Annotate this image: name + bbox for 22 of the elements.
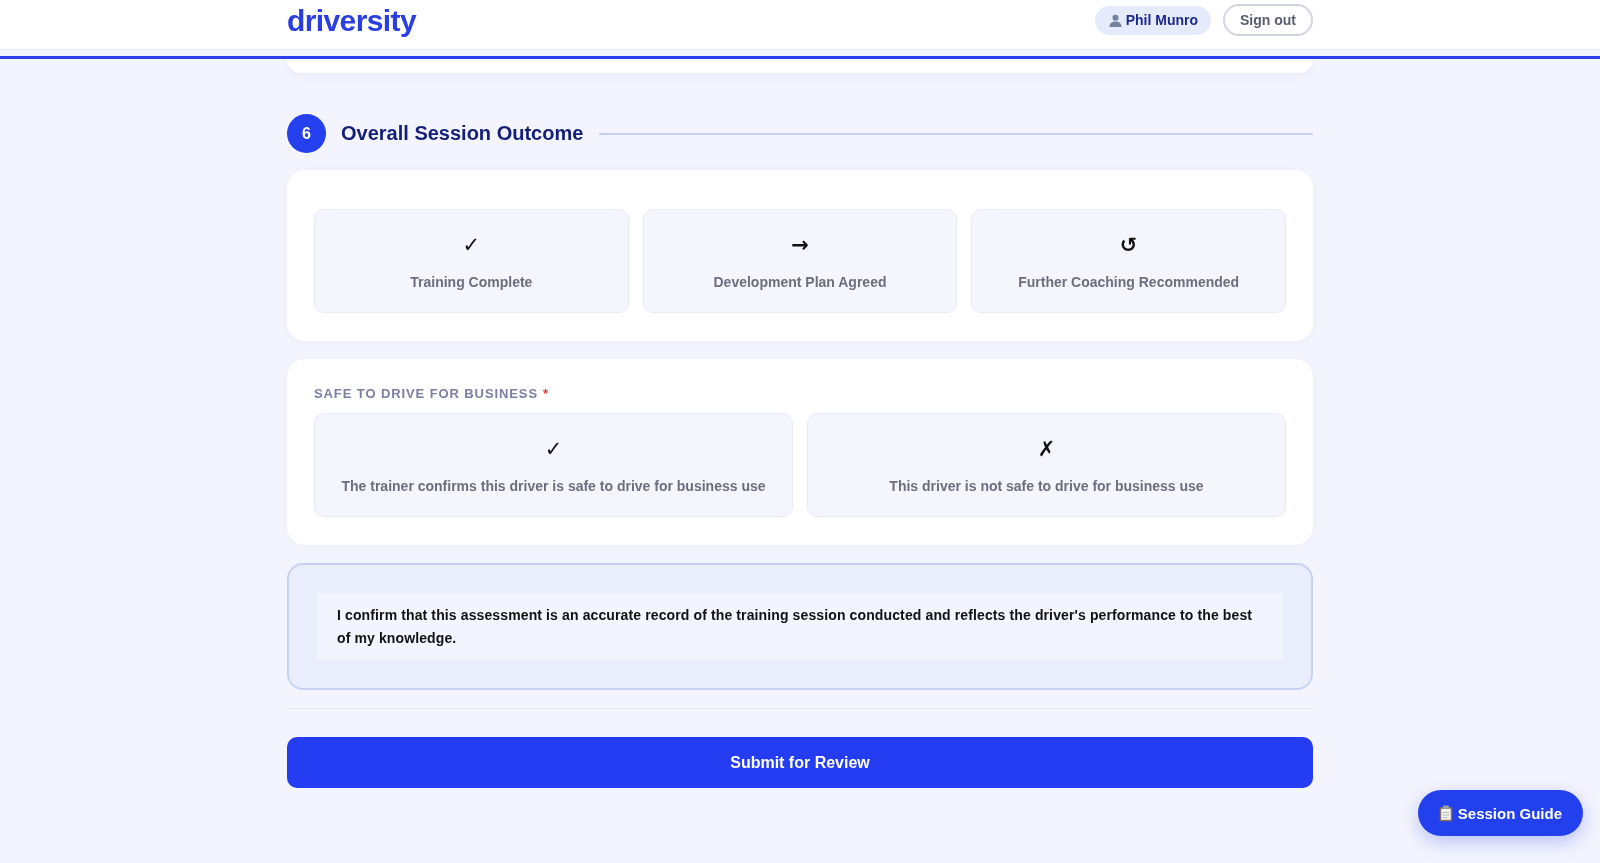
- arrow-icon: →: [791, 234, 809, 256]
- circular-arrow-icon: ↺: [1119, 234, 1138, 256]
- session-guide-button[interactable]: Session Guide: [1417, 790, 1583, 836]
- option-card[interactable]: ✗ This driver is not safe to drive for business use: [807, 413, 1286, 517]
- declaration-text: I confirm that this assessment is an accurate record of the training session conducted and reflects the driver's performance to the best of my knowledge.: [317, 593, 1283, 660]
- check-icon: ✓: [544, 438, 563, 460]
- section-title: Overall Session Outcome: [341, 122, 584, 145]
- sign-out-button[interactable]: Sign out: [1223, 4, 1313, 36]
- submit-button[interactable]: Submit for Review: [287, 737, 1313, 788]
- user-menu[interactable]: Phil Munro: [1094, 5, 1211, 35]
- cross-icon: ✗: [1037, 438, 1056, 460]
- required-mark: *: [542, 386, 549, 401]
- field-label: SAFE TO DRIVE FOR BUSINESS: [314, 386, 538, 401]
- check-icon: ✓: [462, 234, 481, 256]
- logo[interactable]: driversity: [287, 4, 417, 38]
- option-card[interactable]: → Development Plan Agreed: [642, 209, 958, 313]
- option-card[interactable]: ↺ Further Coaching Recommended: [971, 209, 1286, 313]
- option-card[interactable]: ✓ Training Complete: [314, 209, 629, 313]
- user-icon: [1108, 13, 1122, 27]
- step-number: 6: [287, 114, 326, 153]
- option-card[interactable]: ✓ The trainer confirms this driver is safe to drive for business use: [314, 413, 793, 517]
- clipboard-icon: [1438, 804, 1453, 822]
